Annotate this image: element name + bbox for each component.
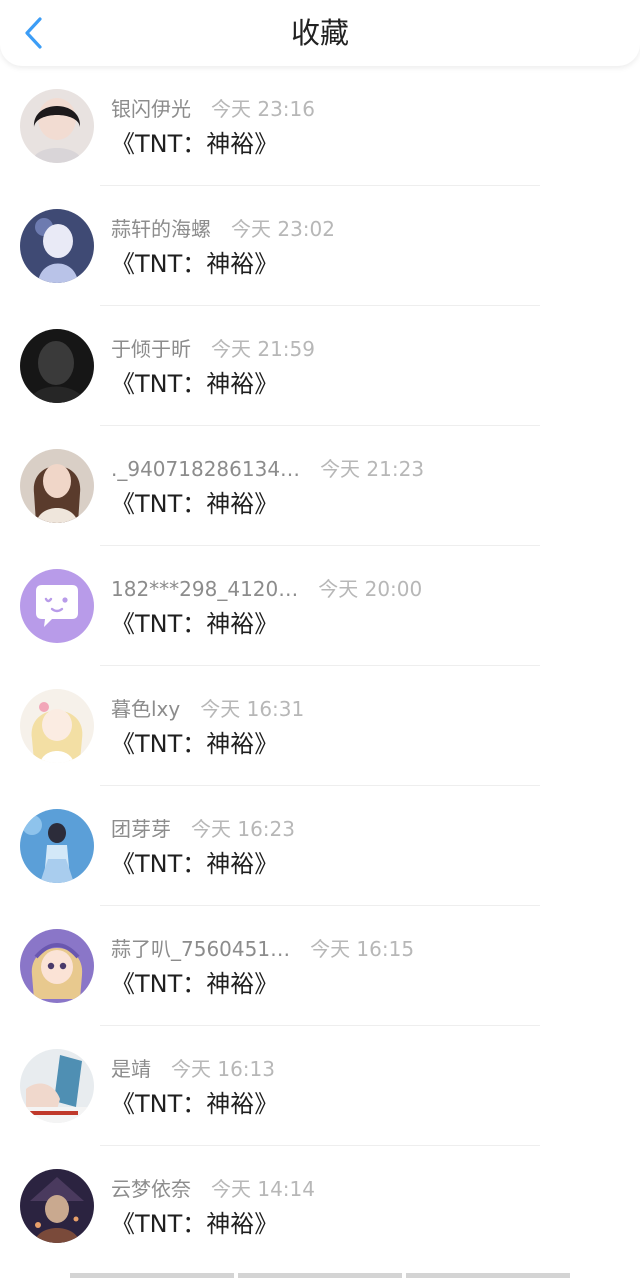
user-name[interactable]: ._940718286134… (111, 456, 300, 482)
item-title: 《TNT：神裕》 (111, 730, 279, 758)
timestamp: 今天 16:13 (171, 1057, 275, 1081)
item-meta: 是靖 今天 16:13 (111, 1056, 275, 1082)
timestamp: 今天 20:00 (318, 577, 423, 601)
list-item[interactable]: 蒜轩的海螺 今天 23:02 《TNT：神裕》 (0, 186, 640, 306)
item-meta: ._940718286134… 今天 21:23 (111, 456, 424, 482)
user-name[interactable]: 于倾于昕 (111, 336, 191, 362)
timestamp: 今天 23:16 (211, 97, 315, 121)
item-meta: 银闪伊光 今天 23:16 (111, 96, 315, 122)
list-item[interactable]: 团芽芽 今天 16:23 《TNT：神裕》 (0, 786, 640, 906)
avatar-image (20, 689, 94, 763)
avatar[interactable] (20, 329, 94, 403)
user-name[interactable]: 蒜轩的海螺 (111, 216, 211, 242)
avatar[interactable] (20, 209, 94, 283)
avatar[interactable] (20, 89, 94, 163)
user-name[interactable]: 暮色lxy (111, 696, 180, 722)
item-title: 《TNT：神裕》 (111, 130, 279, 158)
user-name[interactable]: 是靖 (111, 1056, 151, 1082)
avatar[interactable] (20, 569, 94, 643)
list-item[interactable]: 182***298_4120… 今天 20:00 《TNT：神裕》 (0, 546, 640, 666)
item-title: 《TNT：神裕》 (111, 850, 279, 878)
timestamp: 今天 16:15 (310, 937, 415, 961)
timestamp: 今天 21:59 (211, 337, 315, 361)
item-title: 《TNT：神裕》 (111, 610, 279, 638)
list-item[interactable]: 云梦依奈 今天 14:14 《TNT：神裕》 (0, 1146, 640, 1266)
bottom-edge-segment (238, 1273, 402, 1278)
favorites-list: 银闪伊光 今天 23:16 《TNT：神裕》 蒜轩的海螺 今天 23:02 《T… (0, 66, 640, 1266)
item-title: 《TNT：神裕》 (111, 370, 279, 398)
timestamp: 今天 16:23 (191, 817, 295, 841)
timestamp: 今天 23:02 (231, 217, 335, 241)
avatar-image (20, 89, 94, 163)
user-name[interactable]: 182***298_4120… (111, 576, 298, 602)
item-title: 《TNT：神裕》 (111, 1210, 279, 1238)
avatar-image (20, 209, 94, 283)
avatar[interactable] (20, 449, 94, 523)
list-item[interactable]: 是靖 今天 16:13 《TNT：神裕》 (0, 1026, 640, 1146)
item-meta: 蒜了叭_7560451… 今天 16:15 (111, 936, 414, 962)
item-title: 《TNT：神裕》 (111, 1090, 279, 1118)
user-name[interactable]: 银闪伊光 (111, 96, 191, 122)
item-meta: 于倾于昕 今天 21:59 (111, 336, 315, 362)
bottom-edge-segment (70, 1273, 234, 1278)
item-meta: 暮色lxy 今天 16:31 (111, 696, 304, 722)
list-item[interactable]: 暮色lxy 今天 16:31 《TNT：神裕》 (0, 666, 640, 786)
item-meta: 云梦依奈 今天 14:14 (111, 1176, 315, 1202)
bottom-edge (70, 1273, 570, 1278)
avatar-image (20, 1049, 94, 1123)
avatar-image (20, 929, 94, 1003)
timestamp: 今天 21:23 (320, 457, 425, 481)
timestamp: 今天 14:14 (211, 1177, 315, 1201)
avatar-image (20, 449, 94, 523)
avatar[interactable] (20, 1049, 94, 1123)
avatar-image (20, 569, 94, 643)
list-item[interactable]: ._940718286134… 今天 21:23 《TNT：神裕》 (0, 426, 640, 546)
avatar-image (20, 329, 94, 403)
item-title: 《TNT：神裕》 (111, 250, 279, 278)
avatar[interactable] (20, 689, 94, 763)
item-meta: 182***298_4120… 今天 20:00 (111, 576, 422, 602)
timestamp: 今天 16:31 (200, 697, 305, 721)
avatar[interactable] (20, 1169, 94, 1243)
list-item[interactable]: 于倾于昕 今天 21:59 《TNT：神裕》 (0, 306, 640, 426)
item-title: 《TNT：神裕》 (111, 490, 279, 518)
list-item[interactable]: 蒜了叭_7560451… 今天 16:15 《TNT：神裕》 (0, 906, 640, 1026)
avatar-image (20, 1169, 94, 1243)
avatar[interactable] (20, 809, 94, 883)
list-item[interactable]: 银闪伊光 今天 23:16 《TNT：神裕》 (0, 66, 640, 186)
page-title: 收藏 (290, 16, 349, 50)
item-meta: 蒜轩的海螺 今天 23:02 (111, 216, 335, 242)
user-name[interactable]: 团芽芽 (111, 816, 171, 842)
user-name[interactable]: 云梦依奈 (111, 1176, 191, 1202)
bottom-edge-segment (406, 1273, 570, 1278)
item-title: 《TNT：神裕》 (111, 970, 279, 998)
avatar-image (20, 809, 94, 883)
item-meta: 团芽芽 今天 16:23 (111, 816, 295, 842)
nav-bar: 收藏 (0, 0, 640, 66)
user-name[interactable]: 蒜了叭_7560451… (111, 936, 290, 962)
avatar[interactable] (20, 929, 94, 1003)
